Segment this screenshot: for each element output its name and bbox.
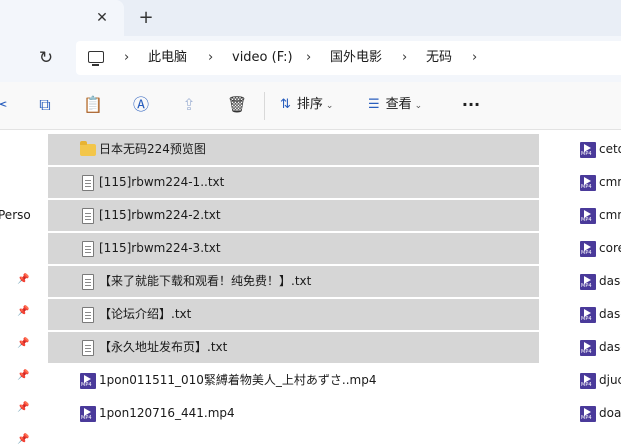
file-name: 【来了就能下载和观看！纯免费！】.txt [99,274,312,288]
pin-icon[interactable]: 📌 [17,401,29,415]
pin-icon[interactable]: 📌 [17,369,29,383]
breadcrumb-separator[interactable]: › [124,49,129,67]
file-name: dasd [599,307,621,321]
view-label: 查看 [385,97,412,112]
text-file-icon [82,175,94,191]
file-name: djuc [599,373,621,387]
file-name: cmn [599,175,621,189]
delete-icon[interactable]: 🗑 [226,94,248,116]
file-name: cmn [599,208,621,222]
video-file-icon [580,307,596,323]
command-toolbar: ✂ ⧉ 📋 Ⓐ ⇪ 🗑 ⇅ 排序 ⌄ ☰ 查看 ⌄ ··· [0,82,621,130]
breadcrumb-separator[interactable]: › [208,49,213,67]
file-item[interactable]: [115]rbwm224-2.txt [48,200,539,231]
file-item[interactable]: 1pon120716_441.mp4 [48,398,539,429]
file-name: ceto [599,142,621,156]
navigation-pane: Perso 📌 📌 📌 📌 📌 📌 [0,131,36,446]
address-bar[interactable]: › 此电脑 › video (F:) › 国外电影 › 无码 › [76,41,621,75]
chevron-down-icon: ⌄ [414,101,423,111]
new-tab-icon[interactable]: + [135,7,157,29]
text-file-icon [82,208,94,224]
file-item[interactable]: 【论坛介绍】.txt [48,299,539,330]
video-file-icon [580,373,596,389]
file-name: 1pon011511_010緊縛着物美人_上村あずさ..mp4 [99,373,377,387]
file-name: [115]rbwm224-3.txt [99,241,221,255]
folder-icon [80,141,96,156]
breadcrumb-separator[interactable]: › [402,49,407,67]
video-file-icon [580,175,596,191]
file-item[interactable]: cmn [578,200,621,231]
cut-icon[interactable]: ✂ [0,94,8,116]
text-file-icon [82,307,94,323]
file-item[interactable]: dasd [578,299,621,330]
video-file-icon [580,340,596,356]
file-item[interactable]: djuc [578,365,621,396]
file-name: doa [599,406,621,420]
more-options-button[interactable]: ··· [458,94,484,116]
breadcrumb-separator[interactable]: › [472,49,477,67]
rename-icon[interactable]: Ⓐ [130,94,152,116]
file-item[interactable]: dasd [578,266,621,297]
file-item[interactable]: 【来了就能下载和观看！纯免费！】.txt [48,266,539,297]
file-item[interactable]: core [578,233,621,264]
file-item[interactable]: 日本无码224预览图 [48,134,539,165]
file-name: dasd [599,274,621,288]
video-file-icon [80,373,96,389]
text-file-icon [82,274,94,290]
sort-label: 排序 [296,97,323,112]
file-name: dasd [599,340,621,354]
breadcrumb-item-folder[interactable]: 国外电影 [330,49,382,67]
refresh-icon[interactable]: ↻ [36,47,56,69]
video-file-icon [80,406,96,422]
pin-icon[interactable]: 📌 [17,433,29,446]
toolbar-divider [264,92,265,120]
paste-icon[interactable]: 📋 [82,94,104,116]
video-file-icon [580,406,596,422]
file-name: [115]rbwm224-1..txt [99,175,225,189]
chevron-down-icon: ⌄ [325,101,334,111]
file-item[interactable]: [115]rbwm224-3.txt [48,233,539,264]
sort-icon: ⇅ [280,97,291,112]
file-name: [115]rbwm224-2.txt [99,208,221,222]
file-item[interactable]: 【永久地址发布页】.txt [48,332,539,363]
file-name: 1pon120716_441.mp4 [99,406,235,420]
active-tab[interactable]: ✕ [0,0,124,36]
copy-icon[interactable]: ⧉ [34,94,56,116]
video-file-icon [580,142,596,158]
file-item[interactable]: dasd [578,332,621,363]
breadcrumb-item-current[interactable]: 无码 [426,49,452,67]
forward-icon[interactable]: › [0,49,8,69]
video-file-icon [580,241,596,257]
view-button[interactable]: ☰ 查看 ⌄ [368,94,422,116]
text-file-icon [82,241,94,257]
computer-icon[interactable] [88,51,104,66]
navigation-bar: › ↻ › 此电脑 › video (F:) › 国外电影 › 无码 › [0,36,621,82]
pin-icon[interactable]: 📌 [17,305,29,319]
sort-button[interactable]: ⇅ 排序 ⌄ [280,94,333,116]
tab-strip: ✕ + [0,0,621,36]
file-name: 【论坛介绍】.txt [99,307,192,321]
file-item[interactable]: [115]rbwm224-1..txt [48,167,539,198]
video-file-icon [580,208,596,224]
breadcrumb-separator[interactable]: › [306,49,311,67]
pin-icon[interactable]: 📌 [17,337,29,351]
file-name: 【永久地址发布页】.txt [99,340,228,354]
breadcrumb-item-drive[interactable]: video (F:) [232,49,293,67]
file-item[interactable]: doa [578,398,621,429]
breadcrumb-item-this-pc[interactable]: 此电脑 [148,49,187,67]
file-name: core [599,241,621,255]
file-name: 日本无码224预览图 [99,142,206,156]
file-item[interactable]: ceto [578,134,621,165]
sidebar-item-personal[interactable]: Perso [0,206,31,224]
share-icon[interactable]: ⇪ [178,94,200,116]
text-file-icon [82,340,94,356]
view-icon: ☰ [368,97,380,112]
file-item[interactable]: 1pon011511_010緊縛着物美人_上村あずさ..mp4 [48,365,539,396]
pin-icon[interactable]: 📌 [17,273,29,287]
close-tab-icon[interactable]: ✕ [92,8,112,28]
video-file-icon [580,274,596,290]
file-item[interactable]: cmn [578,167,621,198]
